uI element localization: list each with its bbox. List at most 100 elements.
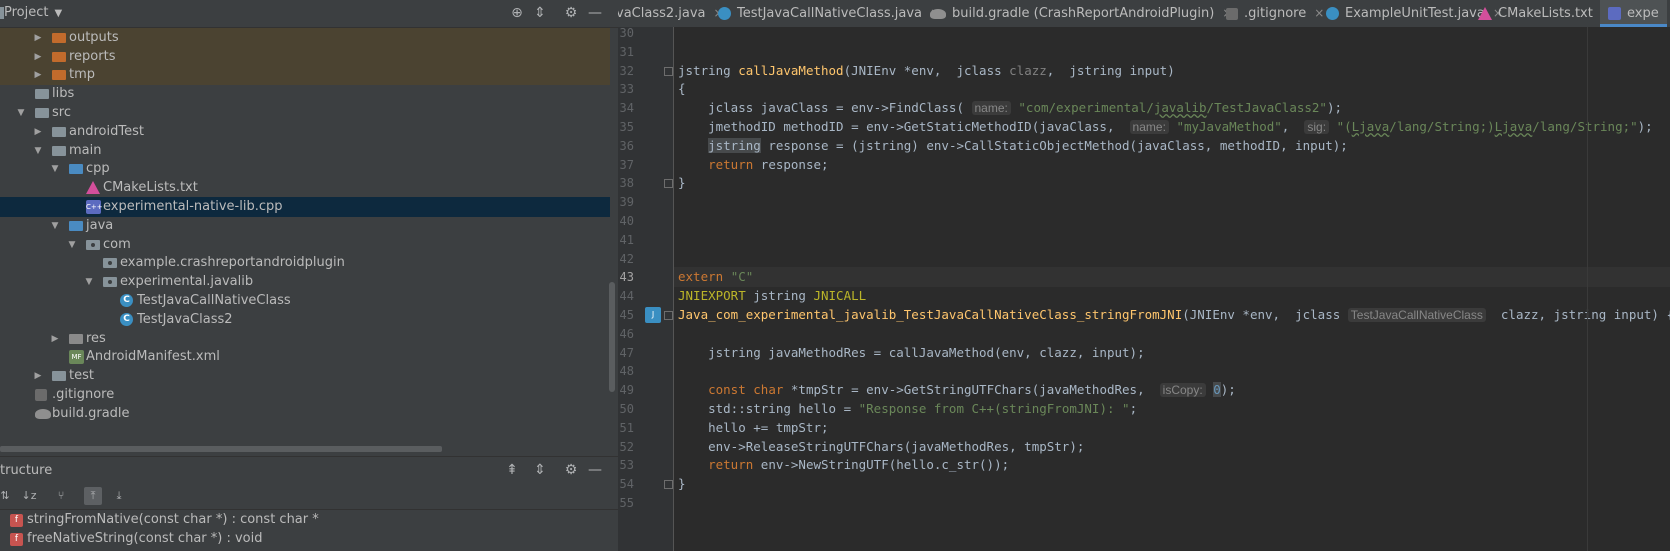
code-line[interactable]: std::string hello = "Response from C++(s…: [674, 399, 1670, 419]
navigate-to-java-icon[interactable]: J: [645, 307, 661, 323]
editor-tab[interactable]: expe: [1600, 0, 1667, 27]
expand-arrow-down-icon[interactable]: ▼: [15, 103, 27, 123]
code-line[interactable]: {: [674, 79, 1670, 99]
gear-icon[interactable]: ⚙: [562, 461, 580, 479]
tree-item[interactable]: ▼ src: [0, 103, 610, 123]
tree-item[interactable]: libs: [0, 84, 610, 104]
code-line[interactable]: [674, 249, 1670, 269]
code-line[interactable]: [674, 211, 1670, 231]
line-number: 53: [619, 458, 634, 473]
code-text: JNIEXPORT jstring JNICALL: [678, 288, 867, 304]
folder-icon: [52, 126, 66, 137]
code-line[interactable]: env->ReleaseStringUTFChars(javaMethodRes…: [674, 437, 1670, 457]
tree-item[interactable]: ▶ androidTest: [0, 122, 610, 142]
expand-arrow-down-icon[interactable]: ▼: [49, 159, 61, 179]
expand-arrow-right-icon[interactable]: ▶: [49, 329, 61, 349]
hide-panel-icon[interactable]: —: [586, 461, 604, 479]
code-line[interactable]: JNIEXPORT jstring JNICALL: [674, 286, 1670, 306]
fold-marker-icon[interactable]: [664, 66, 673, 76]
expand-arrow-right-icon[interactable]: ▶: [32, 28, 44, 48]
tree-item[interactable]: C TestJavaCallNativeClass: [0, 291, 610, 311]
code-line[interactable]: [674, 361, 1670, 381]
expand-arrow-down-icon[interactable]: ▼: [83, 272, 95, 292]
code-line[interactable]: jmethodID methodID = env->GetStaticMetho…: [674, 117, 1670, 137]
tree-item[interactable]: build.gradle: [0, 404, 610, 424]
tree-item[interactable]: .gitignore: [0, 385, 610, 405]
expand-arrow-down-icon[interactable]: ▼: [49, 216, 61, 236]
structure-item[interactable]: f stringFromNative(const char *) : const …: [0, 510, 618, 530]
tab-label: expe: [1627, 6, 1659, 21]
hide-panel-icon[interactable]: —: [586, 4, 604, 22]
code-line[interactable]: jclass javaClass = env->FindClass( name:…: [674, 98, 1670, 118]
code-text: jstring response = (jstring) env->CallSt…: [708, 137, 1348, 153]
tree-item[interactable]: ▼ experimental.javalib: [0, 272, 610, 292]
code-line[interactable]: [674, 493, 1670, 513]
sort-alphabetically-icon[interactable]: ↓z: [20, 487, 38, 505]
code-line[interactable]: return env->NewStringUTF(hello.c_str());: [674, 455, 1670, 475]
tree-item[interactable]: C TestJavaClass2: [0, 310, 610, 330]
fold-marker-icon[interactable]: [664, 179, 673, 189]
code-editor[interactable]: jstring callJavaMethod(JNIEnv *env, jcla…: [674, 27, 1670, 551]
expand-arrow-down-icon[interactable]: ▼: [66, 235, 78, 255]
line-number: 41: [619, 232, 634, 247]
tree-item[interactable]: ▼ com: [0, 235, 610, 255]
expand-arrow-right-icon[interactable]: ▶: [32, 122, 44, 142]
editor-tab[interactable]: .gitignore ×: [1218, 0, 1332, 27]
project-view-selector[interactable]: Project ▼: [4, 5, 62, 20]
locate-target-icon[interactable]: ⊕: [508, 4, 526, 22]
code-line[interactable]: return response;: [674, 155, 1670, 175]
code-line[interactable]: }: [674, 474, 1670, 494]
tree-item[interactable]: ▶ tmp: [0, 65, 610, 86]
expand-arrow-down-icon[interactable]: ▼: [32, 141, 44, 161]
code-line[interactable]: jstring callJavaMethod(JNIEnv *env, jcla…: [674, 61, 1670, 81]
code-line[interactable]: [674, 324, 1670, 344]
tree-horizontal-scrollbar[interactable]: [0, 446, 442, 452]
code-line[interactable]: [674, 192, 1670, 212]
code-line[interactable]: Java_com_experimental_javalib_TestJavaCa…: [674, 305, 1670, 325]
code-line[interactable]: jstring javaMethodRes = callJavaMethod(e…: [674, 343, 1670, 363]
collapse-all-icon[interactable]: ⇕: [531, 4, 549, 22]
tree-item[interactable]: C++ experimental-native-lib.cpp: [0, 197, 610, 217]
expand-arrow-right-icon[interactable]: ▶: [32, 65, 44, 85]
autoscroll-to-source-icon[interactable]: ⤒: [84, 487, 102, 505]
tree-item[interactable]: ▶ reports: [0, 46, 610, 67]
autoscroll-from-source-icon[interactable]: ⤓: [110, 487, 128, 505]
tree-item[interactable]: CMakeLists.txt: [0, 178, 610, 198]
tree-item[interactable]: ▼ java: [0, 216, 610, 236]
line-number: 52: [619, 439, 634, 454]
folder-icon: [52, 70, 66, 81]
code-line[interactable]: [674, 42, 1670, 62]
editor-tab[interactable]: TestJavaCallNativeClass.java×: [710, 0, 948, 27]
fold-marker-icon[interactable]: [664, 311, 673, 320]
tree-item[interactable]: example.crashreportandroidplugin: [0, 253, 610, 273]
code-line[interactable]: [674, 27, 1670, 43]
code-line[interactable]: jstring response = (jstring) env->CallSt…: [674, 136, 1670, 156]
show-inherited-icon[interactable]: ⑂: [52, 487, 70, 505]
code-line[interactable]: extern "C": [674, 267, 1670, 288]
structure-item[interactable]: f freeNativeString(const char *) : void: [0, 529, 618, 549]
code-line[interactable]: }: [674, 173, 1670, 193]
folder-icon: [52, 145, 66, 156]
gear-icon[interactable]: ⚙: [562, 4, 580, 22]
sort-by-visibility-icon[interactable]: ⇅: [0, 487, 14, 505]
tree-item[interactable]: ▶ test: [0, 366, 610, 386]
editor-tab[interactable]: CMakeLists.txt×: [1470, 0, 1619, 27]
tree-item-label: androidTest: [69, 123, 144, 139]
line-number: 31: [619, 44, 634, 59]
tree-item-label: reports: [69, 48, 116, 64]
collapse-all-icon[interactable]: ⇕: [531, 461, 549, 479]
expand-all-icon[interactable]: ⇞: [503, 461, 521, 479]
tree-item[interactable]: ▶ outputs: [0, 27, 610, 48]
expand-arrow-right-icon[interactable]: ▶: [32, 366, 44, 386]
expand-arrow-right-icon[interactable]: ▶: [32, 47, 44, 67]
fold-marker-icon[interactable]: [664, 480, 673, 490]
editor-tab[interactable]: build.gradle (CrashReportAndroidPlugin)×: [922, 0, 1240, 27]
code-line[interactable]: [674, 230, 1670, 250]
tree-item[interactable]: ▼ main: [0, 141, 610, 161]
code-line[interactable]: hello += tmpStr;: [674, 418, 1670, 438]
project-tree: experimental-studio.jar▶outputs▶reports▶…: [0, 16, 610, 452]
code-line[interactable]: const char *tmpStr = env->GetStringUTFCh…: [674, 380, 1670, 400]
tree-item[interactable]: ▼ cpp: [0, 159, 610, 179]
tree-item[interactable]: ▶ res: [0, 329, 610, 349]
tree-item[interactable]: MF AndroidManifest.xml: [0, 347, 610, 367]
